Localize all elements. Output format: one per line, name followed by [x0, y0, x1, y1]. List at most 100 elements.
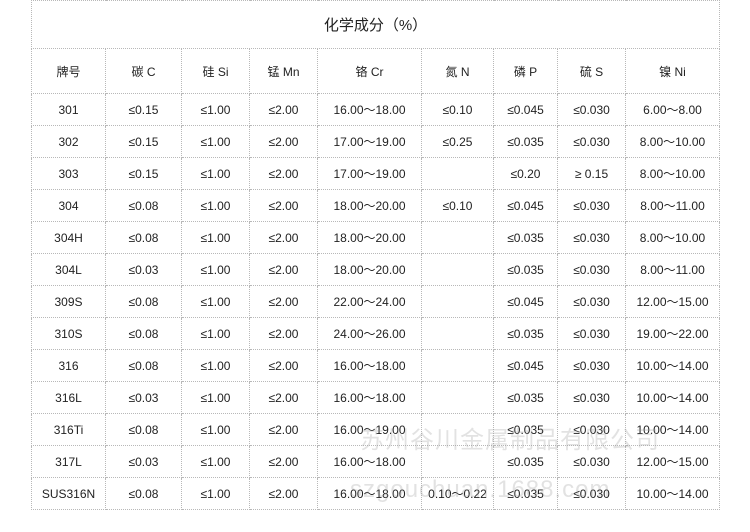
table-cell: ≤0.035 [493, 253, 558, 286]
table-cell: 10.00～14.00 [625, 381, 720, 414]
table-cell: ≤0.20 [493, 157, 558, 190]
grade-cell: 310S [31, 317, 106, 350]
table-cell: 22.00～24.00 [317, 285, 422, 318]
table-row: 304 ≤0.08 ≤1.00 ≤2.00 18.00～20.00 ≤0.10 ≤0.045… [31, 189, 720, 222]
table-cell: ≤2.00 [249, 317, 318, 350]
grade-cell: SUS316N [31, 477, 106, 510]
table-cell: ≤0.035 [493, 125, 558, 158]
table-cell [421, 253, 494, 286]
column-header: 镍 Ni [625, 48, 720, 94]
table-cell: ≤0.08 [105, 477, 182, 510]
composition-table: 化学成分（%） 牌号碳 C硅 Si 锰 Mn 铬 Cr 氮 N磷 P硫 S镍 Ni 3… [31, 0, 720, 510]
table-cell: 8.00～10.00 [625, 157, 720, 190]
table-cell: ≤1.00 [181, 445, 250, 478]
column-header: 碳 C [105, 48, 182, 94]
column-header: 硅 Si [181, 48, 250, 94]
column-header: 铬 Cr [317, 48, 422, 94]
table-cell [421, 445, 494, 478]
table-cell: 0.10～0.22 [421, 477, 494, 510]
grade-cell: 304 [31, 189, 106, 222]
table-cell: 16.00～19.00 [317, 413, 422, 446]
table-cell: ≤1.00 [181, 157, 250, 190]
table-cell: ≥ 0.15 [557, 157, 626, 190]
table-cell: ≤0.030 [557, 349, 626, 382]
table-cell: ≤0.045 [493, 93, 558, 126]
table-cell: ≤2.00 [249, 477, 318, 510]
grade-cell: 302 [31, 125, 106, 158]
table-cell: 16.00～18.00 [317, 445, 422, 478]
table-cell: ≤0.08 [105, 285, 182, 318]
table-cell: ≤1.00 [181, 317, 250, 350]
table-cell: ≤0.030 [557, 253, 626, 286]
table-cell: ≤2.00 [249, 445, 318, 478]
table-cell: ≤0.10 [421, 189, 494, 222]
table-cell: ≤0.15 [105, 157, 182, 190]
table-cell: ≤2.00 [249, 381, 318, 414]
table-cell: ≤2.00 [249, 189, 318, 222]
table-row: 301 ≤0.15 ≤1.00 ≤2.00 16.00～18.00 ≤0.10 ≤0.045… [31, 93, 720, 126]
table-cell: 18.00～20.00 [317, 189, 422, 222]
table-cell: ≤0.035 [493, 413, 558, 446]
table-title-row: 化学成分（%） [31, 0, 720, 49]
table-cell: ≤0.03 [105, 253, 182, 286]
table-cell [421, 349, 494, 382]
grade-cell: 309S [31, 285, 106, 318]
table-cell: ≤2.00 [249, 157, 318, 190]
grade-cell: 316 [31, 349, 106, 382]
table-cell: ≤1.00 [181, 93, 250, 126]
table-cell: ≤0.035 [493, 445, 558, 478]
table-cell: ≤0.030 [557, 285, 626, 318]
table-row: 304L ≤0.03 ≤1.00 ≤2.00 18.00～20.00 ≤0.035 ≤0.0… [31, 253, 720, 286]
table-cell: 16.00～18.00 [317, 349, 422, 382]
table-cell: 16.00～18.00 [317, 477, 422, 510]
table-cell: ≤0.030 [557, 413, 626, 446]
table-cell [421, 221, 494, 254]
column-header: 牌号 [31, 48, 106, 94]
table-row: 303 ≤0.15 ≤1.00 ≤2.00 17.00～19.00 ≤0.20 ≥ 0.15… [31, 157, 720, 190]
table-cell: ≤1.00 [181, 189, 250, 222]
table-cell: ≤0.045 [493, 189, 558, 222]
table-cell [421, 413, 494, 446]
table-cell [421, 381, 494, 414]
table-cell: 10.00～14.00 [625, 477, 720, 510]
table-row: 304H ≤0.08 ≤1.00 ≤2.00 18.00～20.00 ≤0.035 ≤0.0… [31, 221, 720, 254]
grade-cell: 304H [31, 221, 106, 254]
table-cell: 12.00～15.00 [625, 285, 720, 318]
table-cell: ≤2.00 [249, 221, 318, 254]
table-cell: ≤0.08 [105, 349, 182, 382]
table-cell: ≤0.035 [493, 221, 558, 254]
table-row: SUS316N ≤0.08 ≤1.00 ≤2.00 16.00～18.00 0.10～0.… [31, 477, 720, 510]
table-cell: ≤0.030 [557, 477, 626, 510]
column-header: 氮 N [421, 48, 494, 94]
table-cell: 19.00～22.00 [625, 317, 720, 350]
table-row: 310S ≤0.08 ≤1.00 ≤2.00 24.00～26.00 ≤0.035 ≤0.0… [31, 317, 720, 350]
column-header: 锰 Mn [249, 48, 318, 94]
table-cell: ≤2.00 [249, 125, 318, 158]
table-cell: ≤0.08 [105, 413, 182, 446]
table-cell: ≤1.00 [181, 413, 250, 446]
table-cell: 17.00～19.00 [317, 157, 422, 190]
table-cell: ≤2.00 [249, 285, 318, 318]
table-row: 316Ti ≤0.08 ≤1.00 ≤2.00 16.00～19.00 ≤0.035 ≤0.… [31, 413, 720, 446]
table-cell [421, 285, 494, 318]
grade-cell: 301 [31, 93, 106, 126]
grade-cell: 317L [31, 445, 106, 478]
table-cell: 10.00～14.00 [625, 349, 720, 382]
table-cell: ≤2.00 [249, 253, 318, 286]
table-cell: ≤1.00 [181, 125, 250, 158]
table-cell: ≤2.00 [249, 349, 318, 382]
table-cell [421, 317, 494, 350]
table-cell: ≤0.03 [105, 445, 182, 478]
table-cell: 16.00～18.00 [317, 381, 422, 414]
table-cell: ≤0.045 [493, 349, 558, 382]
table-cell: ≤1.00 [181, 253, 250, 286]
grade-cell: 303 [31, 157, 106, 190]
table-cell: ≤0.045 [493, 285, 558, 318]
table-cell: ≤0.030 [557, 445, 626, 478]
table-cell: ≤1.00 [181, 349, 250, 382]
table-cell: 8.00～10.00 [625, 125, 720, 158]
table-cell: ≤2.00 [249, 413, 318, 446]
table-cell: ≤0.03 [105, 381, 182, 414]
table-cell: ≤0.08 [105, 221, 182, 254]
table-title: 化学成分（%） [31, 0, 720, 49]
